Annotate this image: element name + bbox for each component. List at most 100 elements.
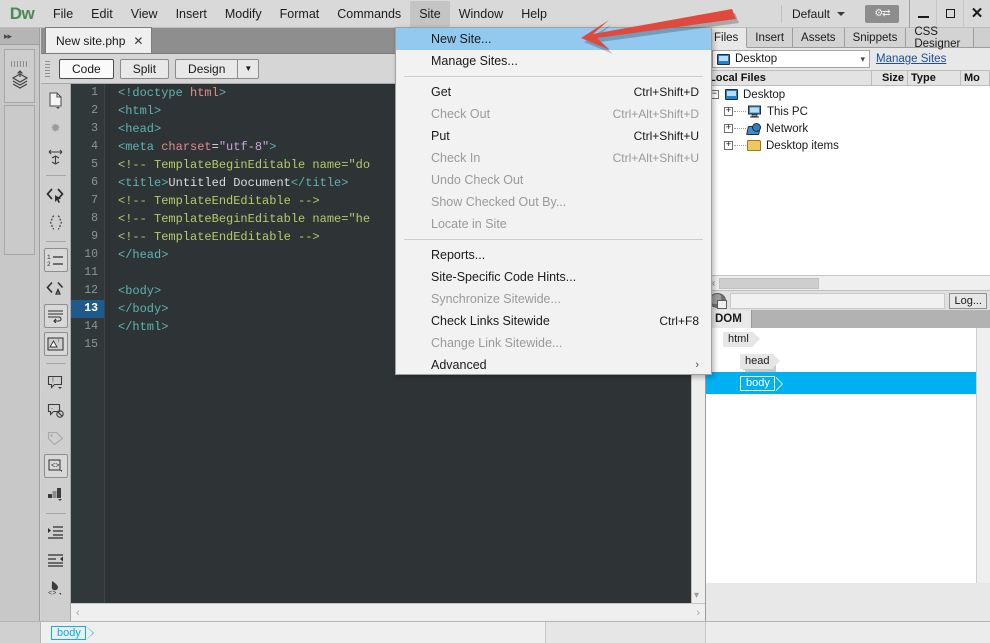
dom-tree[interactable]: html head body bbox=[706, 328, 990, 583]
menu-item-shortcut: Ctrl+F8 bbox=[659, 314, 699, 328]
tree-connector bbox=[734, 111, 746, 112]
panel-tab-filler bbox=[974, 28, 990, 47]
menu-insert[interactable]: Insert bbox=[167, 1, 216, 27]
tab-css-designer[interactable]: CSS Designer bbox=[906, 26, 974, 50]
files-horizontal-scrollbar[interactable]: « bbox=[706, 275, 990, 290]
code-view-button[interactable]: Code bbox=[59, 58, 114, 79]
close-icon[interactable]: ✕ bbox=[133, 34, 143, 48]
svg-text:<>: <> bbox=[51, 463, 59, 471]
tab-insert[interactable]: Insert bbox=[747, 28, 794, 47]
line-number: 5 bbox=[91, 158, 98, 171]
highlight-tag-icon[interactable] bbox=[44, 426, 68, 450]
format-code-icon[interactable]: <> bbox=[44, 576, 68, 600]
file-row-desktop[interactable]: − Desktop bbox=[706, 86, 990, 103]
column-local-files[interactable]: Local Files bbox=[706, 71, 872, 85]
menu-item-label: Get bbox=[431, 85, 452, 99]
column-modified[interactable]: Mo bbox=[961, 71, 990, 85]
format-source-icon[interactable]: ✹ bbox=[44, 116, 68, 140]
left-dock-strip: ▸▸ bbox=[0, 28, 40, 621]
menu-item-put[interactable]: Put Ctrl+Shift+U bbox=[396, 125, 711, 147]
file-row-label: This PC bbox=[767, 105, 808, 118]
menu-format[interactable]: Format bbox=[271, 1, 329, 27]
menu-bar: Dw File Edit View Insert Modify Format C… bbox=[0, 0, 990, 28]
editor-horizontal-scrollbar[interactable]: ‹ › bbox=[71, 603, 705, 621]
design-view-button[interactable]: Design bbox=[175, 58, 238, 79]
dom-node-body[interactable]: body bbox=[706, 372, 990, 394]
line-number: 11 bbox=[84, 266, 98, 279]
site-dropdown-value: Desktop bbox=[735, 53, 778, 65]
new-document-icon[interactable] bbox=[44, 88, 68, 112]
menu-edit[interactable]: Edit bbox=[82, 1, 122, 27]
menu-item-check-links-sitewide[interactable]: Check Links Sitewide Ctrl+F8 bbox=[396, 310, 711, 332]
menu-separator bbox=[404, 239, 703, 240]
menu-file[interactable]: File bbox=[44, 1, 82, 27]
network-icon bbox=[747, 122, 761, 135]
menu-help[interactable]: Help bbox=[512, 1, 556, 27]
tag-selector-bar[interactable]: body bbox=[41, 621, 545, 643]
expand-icon[interactable]: + bbox=[724, 141, 733, 150]
dom-vertical-scrollbar[interactable] bbox=[976, 328, 990, 583]
maximize-button[interactable] bbox=[936, 0, 963, 28]
scroll-left-icon[interactable]: ‹ bbox=[76, 607, 80, 619]
chevron-down-icon[interactable]: ▾ bbox=[694, 590, 699, 601]
collapse-group-icon[interactable] bbox=[44, 482, 68, 506]
outdent-code-icon[interactable] bbox=[44, 548, 68, 572]
wrap-lines-icon[interactable] bbox=[44, 144, 68, 168]
document-tab[interactable]: New site.php ✕ bbox=[45, 27, 153, 53]
expand-panels-button[interactable]: ▸▸ bbox=[0, 28, 39, 45]
menu-window[interactable]: Window bbox=[450, 1, 512, 27]
dom-panel-launcher[interactable] bbox=[4, 49, 35, 103]
highlight-invalid-icon[interactable] bbox=[44, 276, 68, 300]
status-badge[interactable]: body bbox=[51, 625, 94, 640]
split-view-button[interactable]: Split bbox=[119, 58, 170, 79]
code-view-icon[interactable] bbox=[44, 182, 68, 206]
apply-comment-icon[interactable]: ! bbox=[44, 370, 68, 394]
toolbar-grip-icon[interactable] bbox=[45, 60, 50, 77]
menu-item-get[interactable]: Get Ctrl+Shift+D bbox=[396, 81, 711, 103]
expand-icon[interactable]: + bbox=[724, 124, 733, 133]
files-column-header: Local Files Size Type Mo bbox=[706, 70, 990, 86]
syntax-colors-icon[interactable]: ! bbox=[43, 332, 68, 356]
files-tree[interactable]: − Desktop + This PC + Network + Desktop … bbox=[706, 86, 990, 275]
menu-commands[interactable]: Commands bbox=[328, 1, 410, 27]
menu-item-label: Put bbox=[431, 129, 450, 143]
menu-item-site-specific-code-hints[interactable]: Site-Specific Code Hints... bbox=[396, 266, 711, 288]
recent-snippets-icon[interactable]: <> bbox=[43, 454, 68, 478]
chevron-down-icon[interactable]: ▼ bbox=[237, 58, 260, 79]
status-bar-left-spacer bbox=[0, 621, 41, 643]
column-type[interactable]: Type bbox=[908, 71, 961, 85]
site-menu-dropdown[interactable]: New Site... Manage Sites... Get Ctrl+Shi… bbox=[395, 27, 712, 375]
menu-item-show-checked-out-by: Show Checked Out By... bbox=[396, 191, 711, 213]
scroll-right-icon[interactable]: › bbox=[696, 607, 700, 619]
word-wrap-icon[interactable] bbox=[43, 304, 68, 328]
close-button[interactable]: ✕ bbox=[963, 0, 990, 28]
line-number: 8 bbox=[91, 212, 98, 225]
indent-code-icon[interactable] bbox=[44, 520, 68, 544]
file-row-this-pc[interactable]: + This PC bbox=[706, 103, 990, 120]
menu-view[interactable]: View bbox=[122, 1, 167, 27]
tab-dom[interactable]: DOM bbox=[706, 310, 752, 328]
remove-comment-icon[interactable]: - bbox=[44, 398, 68, 422]
sync-settings-icon[interactable]: ⚙⇄ bbox=[865, 4, 899, 23]
menu-item-reports[interactable]: Reports... bbox=[396, 244, 711, 266]
scrollbar-thumb[interactable] bbox=[719, 277, 819, 289]
manage-sites-link[interactable]: Manage Sites bbox=[876, 53, 946, 65]
tab-assets[interactable]: Assets bbox=[793, 28, 845, 47]
column-size[interactable]: Size bbox=[872, 71, 908, 85]
braces-icon[interactable] bbox=[44, 210, 68, 234]
expand-icon[interactable]: + bbox=[724, 107, 733, 116]
minimize-button[interactable] bbox=[909, 0, 936, 28]
menu-item-advanced[interactable]: Advanced › bbox=[396, 354, 711, 376]
workspace-switcher[interactable]: Default bbox=[780, 4, 855, 23]
menu-site[interactable]: Site bbox=[410, 0, 450, 27]
line-numbers-icon[interactable]: 12 bbox=[43, 248, 68, 272]
chevron-down-icon bbox=[837, 11, 845, 16]
menu-modify[interactable]: Modify bbox=[216, 1, 271, 27]
dom-node-html[interactable]: html bbox=[706, 328, 990, 350]
file-row-desktop-items[interactable]: + Desktop items bbox=[706, 137, 990, 154]
file-row-network[interactable]: + Network bbox=[706, 120, 990, 137]
dom-node-head[interactable]: head bbox=[706, 350, 990, 372]
panel-tab-bar: Files Insert Assets Snippets CSS Designe… bbox=[706, 26, 990, 50]
tab-snippets[interactable]: Snippets bbox=[844, 28, 907, 47]
log-button[interactable]: Log... bbox=[949, 292, 987, 309]
